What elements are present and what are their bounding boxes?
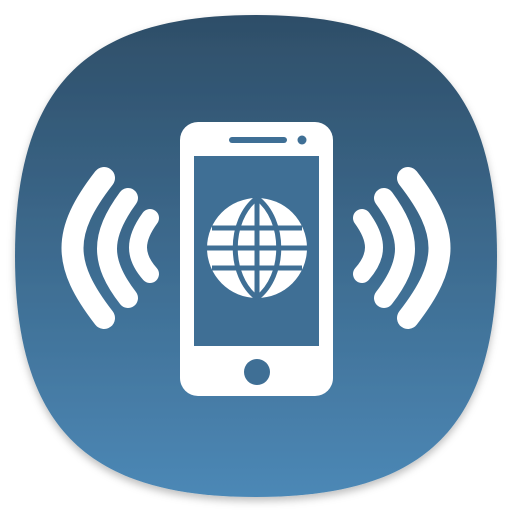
- app-icon[interactable]: [0, 0, 512, 512]
- app-icon-graphic: [15, 15, 497, 497]
- phone-camera: [297, 135, 307, 145]
- phone-home-button: [244, 359, 270, 385]
- globe-icon: [207, 196, 307, 300]
- phone-speaker: [229, 137, 287, 143]
